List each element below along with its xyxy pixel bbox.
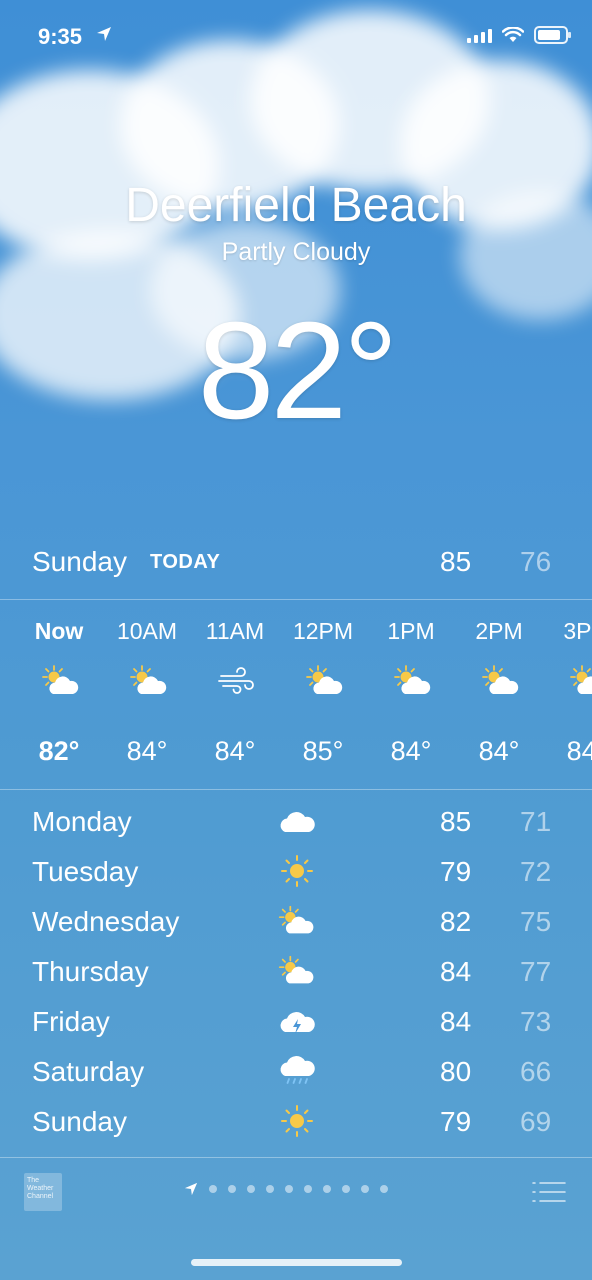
today-day: Sunday — [32, 546, 127, 577]
divider — [0, 789, 592, 790]
hour-time: 11AM — [205, 618, 265, 644]
status-time: 9:35 — [38, 24, 83, 49]
day-row: Friday 84 73 — [0, 1000, 592, 1050]
day-name: Tuesday — [32, 856, 139, 887]
hour-temp: 84° — [566, 736, 592, 766]
home-indicator[interactable] — [191, 1259, 402, 1266]
page-dot — [304, 1185, 312, 1193]
day-high: 80 — [440, 1056, 472, 1087]
page-dot — [266, 1185, 274, 1193]
day-name: Friday — [32, 1006, 110, 1037]
today-low: 76 — [520, 546, 552, 577]
partly-sunny-icon — [276, 904, 318, 938]
today-summary: Sunday TODAY 85 76 — [0, 540, 592, 584]
cellular-signal-icon — [467, 27, 492, 43]
day-low: 66 — [520, 1056, 552, 1087]
page-dot — [209, 1185, 217, 1193]
wind-icon — [218, 667, 254, 694]
today-label: TODAY — [150, 551, 221, 573]
hour-time: 1PM — [387, 618, 435, 644]
hour-time: 10AM — [116, 618, 178, 644]
day-low: 77 — [520, 956, 552, 987]
page-indicator[interactable] — [184, 1182, 388, 1196]
hour-temp: 84° — [390, 736, 432, 766]
day-row: Sunday 79 69 — [0, 1100, 592, 1150]
thunderstorm-icon — [276, 1004, 318, 1034]
sun-icon — [276, 854, 318, 888]
hour-time: 12PM — [292, 618, 354, 644]
page-dot — [285, 1185, 293, 1193]
day-low: 73 — [520, 1006, 552, 1037]
hour-time: Now — [34, 618, 84, 644]
day-row: Wednesday 82 75 — [0, 900, 592, 950]
divider — [0, 1157, 592, 1158]
day-high: 82 — [440, 906, 472, 937]
hour-temp: 84° — [214, 736, 256, 766]
today-high: 85 — [440, 546, 472, 577]
current-condition: Partly Cloudy — [221, 238, 371, 266]
list-icon[interactable] — [532, 1180, 566, 1204]
page-dot — [228, 1185, 236, 1193]
weather-channel-logo[interactable]: The Weather Channel — [24, 1173, 62, 1211]
day-high: 84 — [440, 1006, 472, 1037]
day-name: Saturday — [32, 1056, 145, 1087]
hour-temp: 84° — [478, 736, 520, 766]
day-low: 71 — [520, 806, 552, 837]
city-name: Deerfield Beach — [125, 179, 467, 232]
hour-temp: 85° — [302, 736, 344, 766]
rain-icon — [280, 1056, 315, 1084]
hour-time: 2PM — [475, 618, 523, 644]
day-row: Monday 85 71 — [0, 800, 592, 850]
day-high: 85 — [440, 806, 472, 837]
day-name: Sunday — [32, 1106, 127, 1137]
battery-icon — [534, 26, 571, 44]
partly-sunny-icon — [303, 664, 347, 698]
hour-temp: 82° — [38, 736, 80, 766]
day-high: 84 — [440, 956, 472, 987]
day-low: 75 — [520, 906, 552, 937]
partly-sunny-icon — [276, 954, 318, 988]
page-dot — [323, 1185, 331, 1193]
day-row: Thursday 84 77 — [0, 950, 592, 1000]
cloud-icon — [276, 804, 318, 838]
hour-temp: 84° — [126, 736, 168, 766]
location-arrow-icon — [97, 27, 111, 41]
day-row: Tuesday 79 72 — [0, 850, 592, 900]
partly-sunny-icon — [39, 664, 83, 698]
hourly-forecast[interactable]: Now 82° 10AM 84° 11AM 84° 12PM 85° 1PM 8… — [0, 600, 592, 788]
partly-sunny-icon — [567, 664, 592, 698]
hour-time: 3PM — [563, 618, 592, 644]
page-dot — [342, 1185, 350, 1193]
page-dot — [361, 1185, 369, 1193]
partly-sunny-icon — [391, 664, 435, 698]
day-row: Saturday 80 66 — [0, 1050, 592, 1100]
page-dot — [247, 1185, 255, 1193]
current-temperature: 82° — [197, 294, 399, 448]
day-high: 79 — [440, 1106, 472, 1137]
day-low: 72 — [520, 856, 552, 887]
day-name: Monday — [32, 806, 132, 837]
wifi-icon — [502, 27, 524, 42]
partly-sunny-icon — [479, 664, 523, 698]
partly-sunny-icon — [127, 664, 171, 698]
day-high: 79 — [440, 856, 472, 887]
sun-icon — [276, 1104, 318, 1138]
day-name: Thursday — [32, 956, 149, 987]
day-name: Wednesday — [32, 906, 180, 937]
status-bar: 9:35 — [0, 0, 592, 72]
location-arrow-icon — [184, 1182, 198, 1196]
page-dot — [380, 1185, 388, 1193]
day-low: 69 — [520, 1106, 552, 1137]
